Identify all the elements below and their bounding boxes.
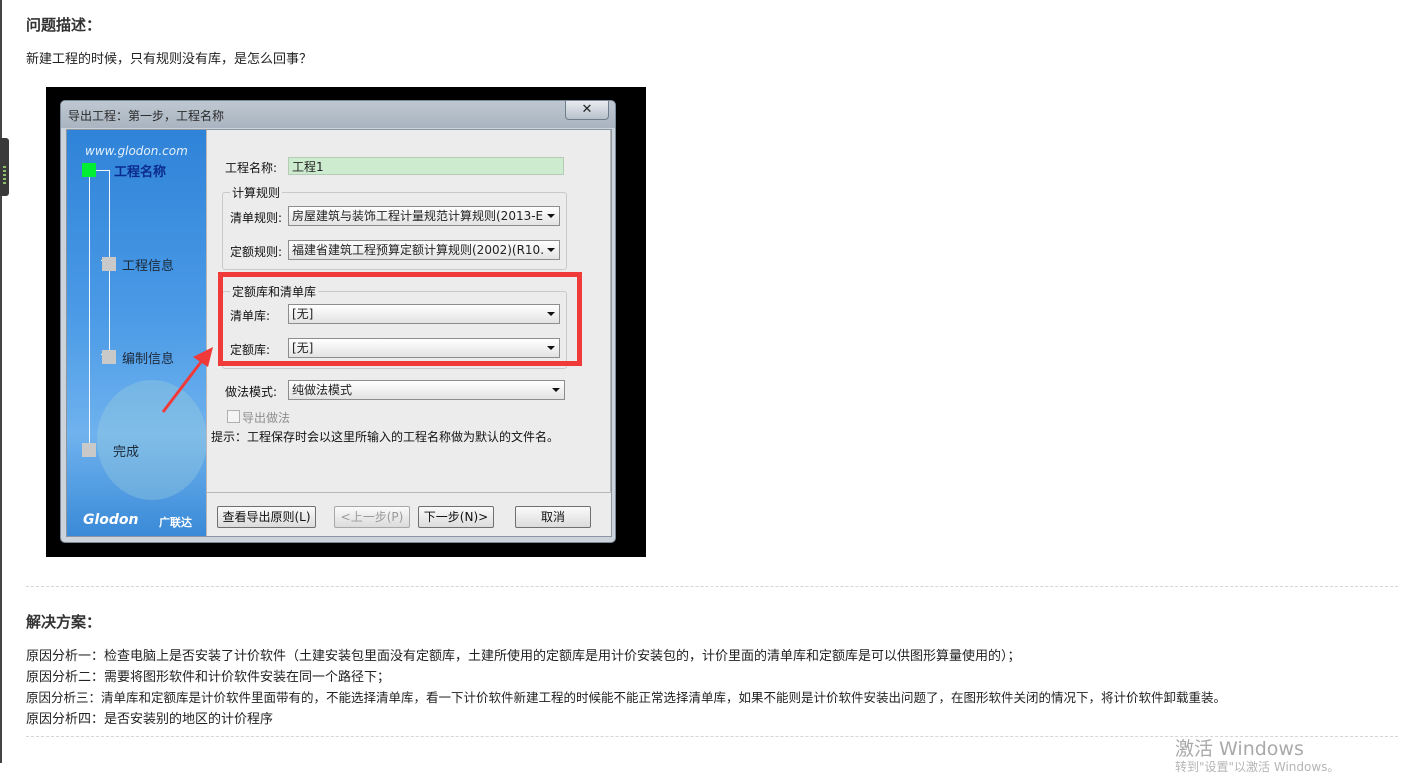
- solution-line: 原因分析四：是否安装别的地区的计价程序: [26, 712, 274, 727]
- windows-activation-hint: 转到"设置"以激活 Windows。: [1175, 760, 1340, 774]
- solution-heading: 解决方案：: [26, 613, 102, 631]
- solution-line: 原因分析一：检查电脑上是否安装了计价软件（土建安装包里面没有定额库，土建所使用的…: [26, 649, 1021, 664]
- section-divider: [26, 586, 1398, 587]
- solution-line: 原因分析三：清单库和定额库是计价软件里面带有的，不能选择清单库，看一下计价软件新…: [26, 690, 1227, 705]
- windows-activation-watermark: 激活 Windows: [1175, 738, 1304, 760]
- solution-line: 原因分析二：需要将图形软件和计价软件安装在同一个路径下；: [26, 670, 391, 685]
